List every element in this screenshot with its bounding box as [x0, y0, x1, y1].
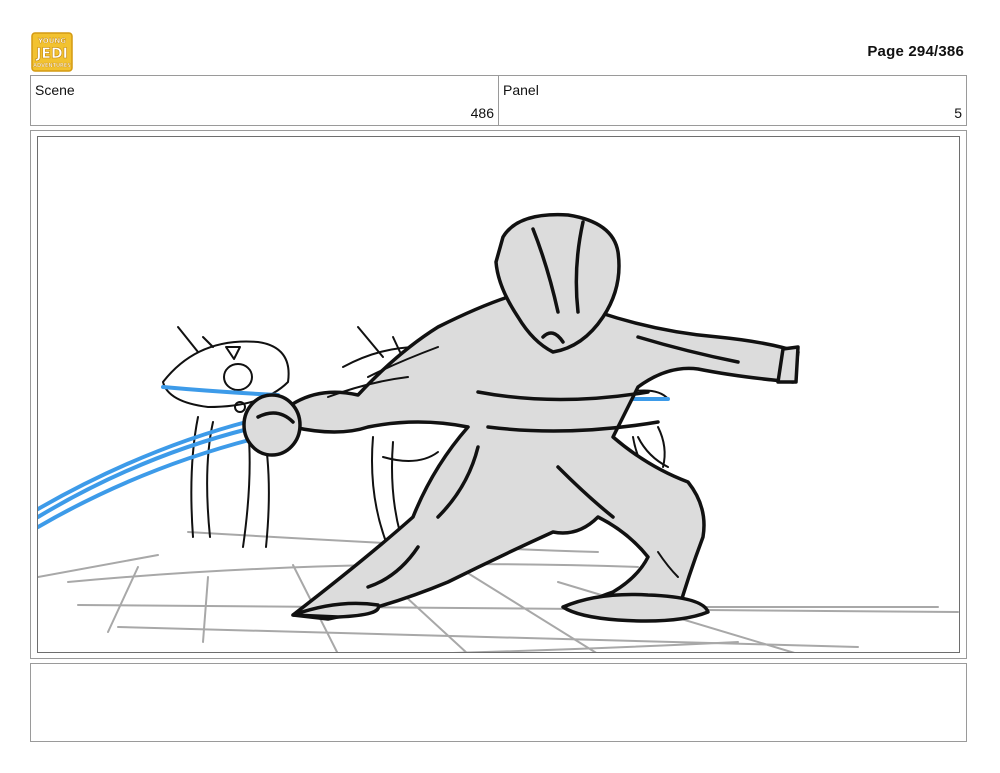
storyboard-panel — [30, 130, 967, 659]
panel-label: Panel — [503, 82, 539, 98]
page-number: Page 294/386 — [867, 43, 964, 60]
svg-text:ADVENTURES: ADVENTURES — [33, 63, 71, 69]
scene-panel-table: Scene 486 Panel 5 — [30, 75, 967, 126]
storyboard-sketch-icon — [38, 212, 959, 652]
jedi-figure — [242, 212, 800, 623]
scene-number: 486 — [470, 105, 494, 121]
panel-cell: Panel 5 — [498, 76, 966, 125]
panel-number: 5 — [954, 105, 962, 121]
scene-label: Scene — [35, 82, 75, 98]
scene-cell: Scene 486 — [31, 76, 498, 125]
panel-sketch — [37, 136, 960, 653]
svg-text:JEDI: JEDI — [35, 46, 68, 62]
show-logo: YOUNG JEDI ADVENTURES — [30, 30, 74, 74]
notes-box — [30, 663, 967, 742]
svg-text:YOUNG: YOUNG — [37, 37, 66, 45]
